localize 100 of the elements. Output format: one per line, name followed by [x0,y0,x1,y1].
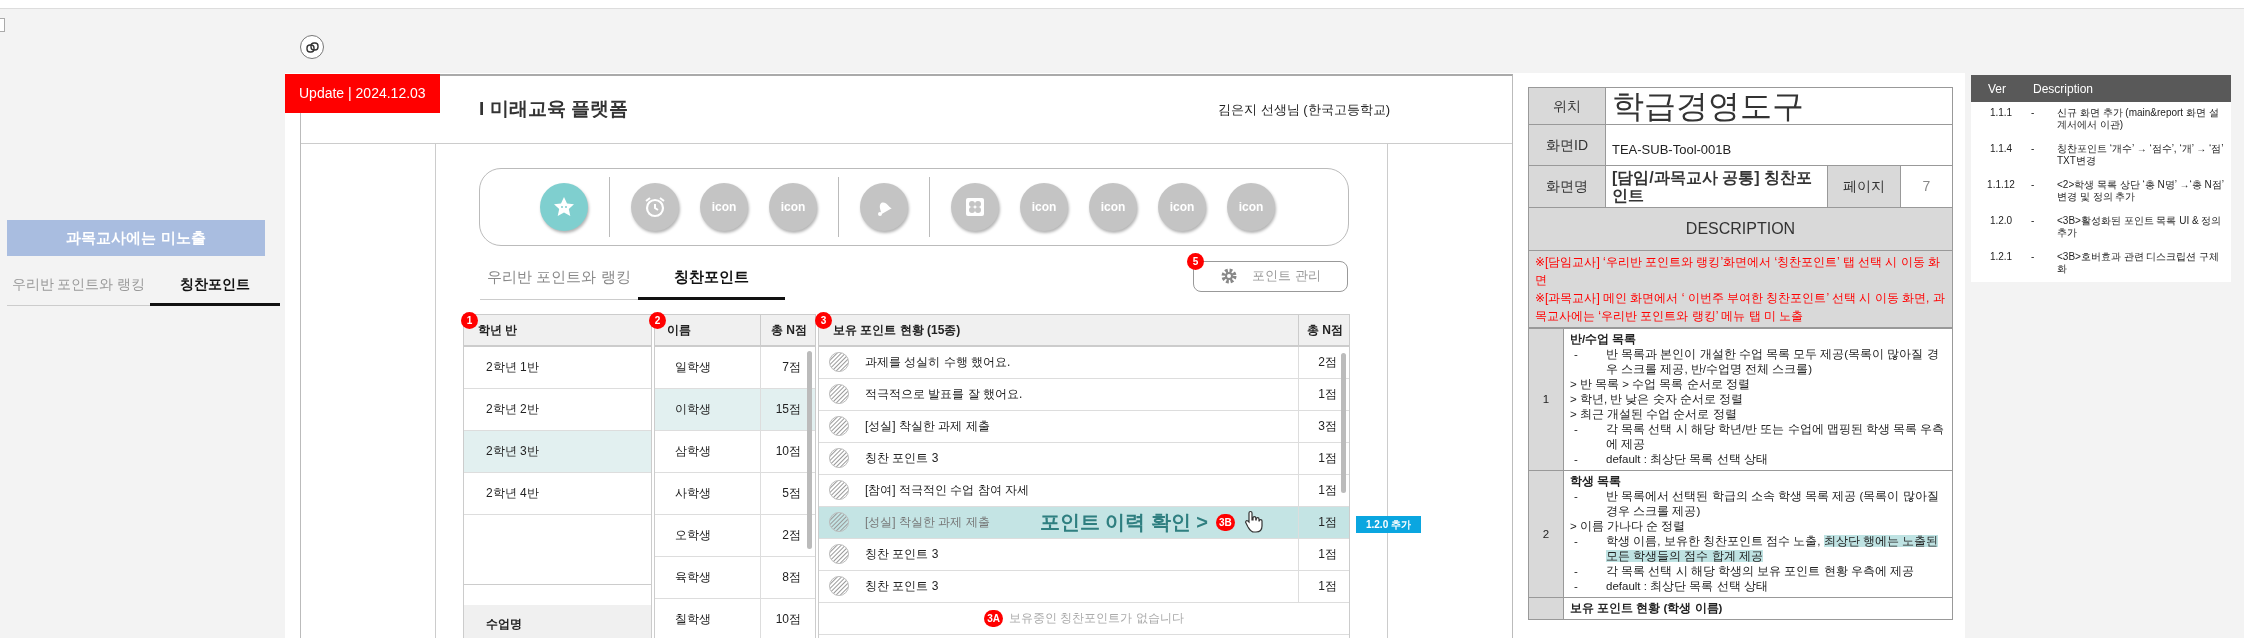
point-total: 1점 [1317,514,1338,531]
column-header: Ver [1987,80,2007,98]
version-tag: 1.2.0 추가 [1355,515,1421,533]
point-total: 3점 [1317,418,1338,435]
point-row[interactable]: [참여] 적극적인 수업 참여 자세 1점 [819,474,1349,507]
tool-button[interactable] [631,183,679,231]
version-number: 1.1.12 [1986,179,2016,192]
student-row[interactable]: 이학생 15점 [655,388,815,431]
point-name: [성실] 착실한 과제 제출 [865,514,990,531]
description-text: > 학년, 반 낮은 숫자 순서로 정렬 [1570,392,1744,407]
panel-handle[interactable] [0,18,5,32]
student-name: 사학생 [655,472,761,514]
item-title: 보유 포인트 현황 (학생 이름) [1570,601,1724,616]
bullet: - [2031,215,2036,228]
field-label: 화면명 [1528,165,1606,208]
tab[interactable]: 칭찬포인트 [638,260,785,300]
alarm-clock-icon [643,195,667,219]
hatched-circle-icon [829,480,849,500]
hatched-circle-icon [829,576,849,596]
item-title: 학생 목록 [1570,474,1623,489]
update-badge: Update | 2024.12.03 [285,74,440,113]
point-total: 10점 [774,611,802,628]
row-number: 2 [1528,470,1564,598]
item-title: 반/수업 목록 [1570,332,1638,347]
class-row[interactable]: 2학년 2반 [464,388,651,431]
hatched-circle-icon [829,448,849,468]
student-name: 육학생 [655,556,761,598]
screen-name: [담임/과목교사 공통] 칭찬포인트 [1605,165,1828,208]
description-text: 학생 이름, 보유한 칭찬포인트 점수 노출, 최상단 행에는 노출된 모든 학생들의 점수 합계 제공 [1606,534,1939,564]
class-row[interactable]: 2학년 1반 [464,346,651,389]
point-name: 칭찬 포인트 3 [865,450,939,467]
point-total: 2점 [781,527,802,544]
number-marker: 3B [1216,513,1235,531]
version-note: <3B>활성화된 포인트 목록 UI & 정의 추가 [2057,215,2223,240]
class-row[interactable]: 2학년 4반 [464,472,651,515]
tool-button[interactable] [860,183,908,231]
warning-note: ※[과목교사] 메인 화면에서 ‘ 이번주 부여한 칭찬포인트’ 선택 시 이동 화면, 과목교사에는 ‘우리반 포인트와 랭킹’ 메뉴 탭 미 노출 [1535,290,1946,325]
student-row[interactable]: 칠학생 10점 [655,598,815,638]
bullet: - [2031,107,2036,120]
version-note: 칭찬포인트 ‘개수’ → ‘점수’, ‘개’ → ‘점’ TXT변경 [2057,143,2225,168]
version-note: <2>학생 목록 상단 ‘총 N명’ →‘총 N점’ 변경 및 정의 추가 [2057,179,2225,204]
field-label: 위치 [1528,87,1606,125]
bullet: - [1573,452,1579,467]
annotation-note: 과목교사에는 미노출 [7,220,265,256]
column-header: 총 N점 [1306,321,1344,339]
screen-id: TEA-SUB-Tool-001B [1605,124,1953,166]
field-label: 화면ID [1528,124,1606,166]
tool-button[interactable] [540,183,588,231]
bullet: - [1573,422,1579,437]
version-number: 1.2.1 [1988,251,2014,264]
column-header: 총 N점 [770,321,808,339]
point-total: 7점 [781,359,802,376]
warning-note: ※[담임교사] ‘우리반 포인트와 랭킹’화면에서 ‘칭찬포인트’ 탭 선택 시 이동 화면 [1535,254,1941,289]
student-name: 일학생 [655,346,761,388]
point-total: 10점 [774,443,802,460]
star-icon [552,195,576,219]
student-name: 삼학생 [655,430,761,472]
location-value: 학급경영도구 [1605,87,1953,125]
hatched-circle-icon [829,384,849,404]
point-total: 2점 [1317,354,1338,371]
point-name: 칭찬 포인트 3 [865,546,939,563]
point-total: 15점 [774,401,802,418]
tool-button[interactable] [951,183,999,231]
app-title: I 미래교육 플랫폼 [479,97,628,122]
point-row[interactable]: 칭찬 포인트 3 1점 [819,570,1349,603]
point-row[interactable]: 칭찬 포인트 3 1점 [819,538,1349,571]
point-total: 1점 [1317,546,1338,563]
description-text: default : 최상단 목록 선택 상태 [1606,579,1768,594]
description-text: 반 목록과 본인이 개설한 수업 목록 모두 제공(목록이 많아질 경우 스크롤 제공, 반/수업명 전체 스크롤) [1606,347,1940,377]
bullet: - [1573,534,1579,549]
hatched-circle-icon [829,352,849,372]
bullet: - [1573,579,1579,594]
student-name: 오학생 [655,514,761,556]
class-row[interactable]: 2학년 3반 [464,430,651,473]
number-marker: 2 [649,311,666,329]
gear-icon [1220,267,1239,285]
row-number: 1 [1528,328,1564,471]
hatched-circle-icon [829,512,849,532]
tab[interactable]: 칭찬포인트 [150,268,280,306]
description-text: default : 최상단 목록 선택 상태 [1606,452,1768,467]
clover-icon [963,195,987,219]
point-total: 1점 [1317,386,1338,403]
bullet: - [1573,489,1579,504]
hand-cursor-icon [1242,510,1263,534]
point-total: 8점 [781,569,802,586]
point-total: 1점 [1317,578,1338,595]
column-header: 수업명 [464,604,651,638]
hatched-circle-icon [829,416,849,436]
student-row[interactable]: 육학생 8점 [655,556,815,599]
column-header: Description [2033,80,2094,98]
page-number: 7 [1900,165,1953,208]
hatched-circle-icon [829,544,849,564]
point-name: 칭찬 포인트 3 [865,578,939,595]
tab[interactable]: 우리반 포인트와 랭킹 [480,260,638,300]
circle-button[interactable] [300,35,324,59]
bullet: - [2031,143,2036,156]
number-marker: 3A [984,609,1004,627]
loop-icon [305,41,319,53]
version-note: 신규 화면 추가 (main&report 화면 설계서에서 이관) [2057,107,2220,132]
section-header: DESCRIPTION [1528,207,1953,251]
